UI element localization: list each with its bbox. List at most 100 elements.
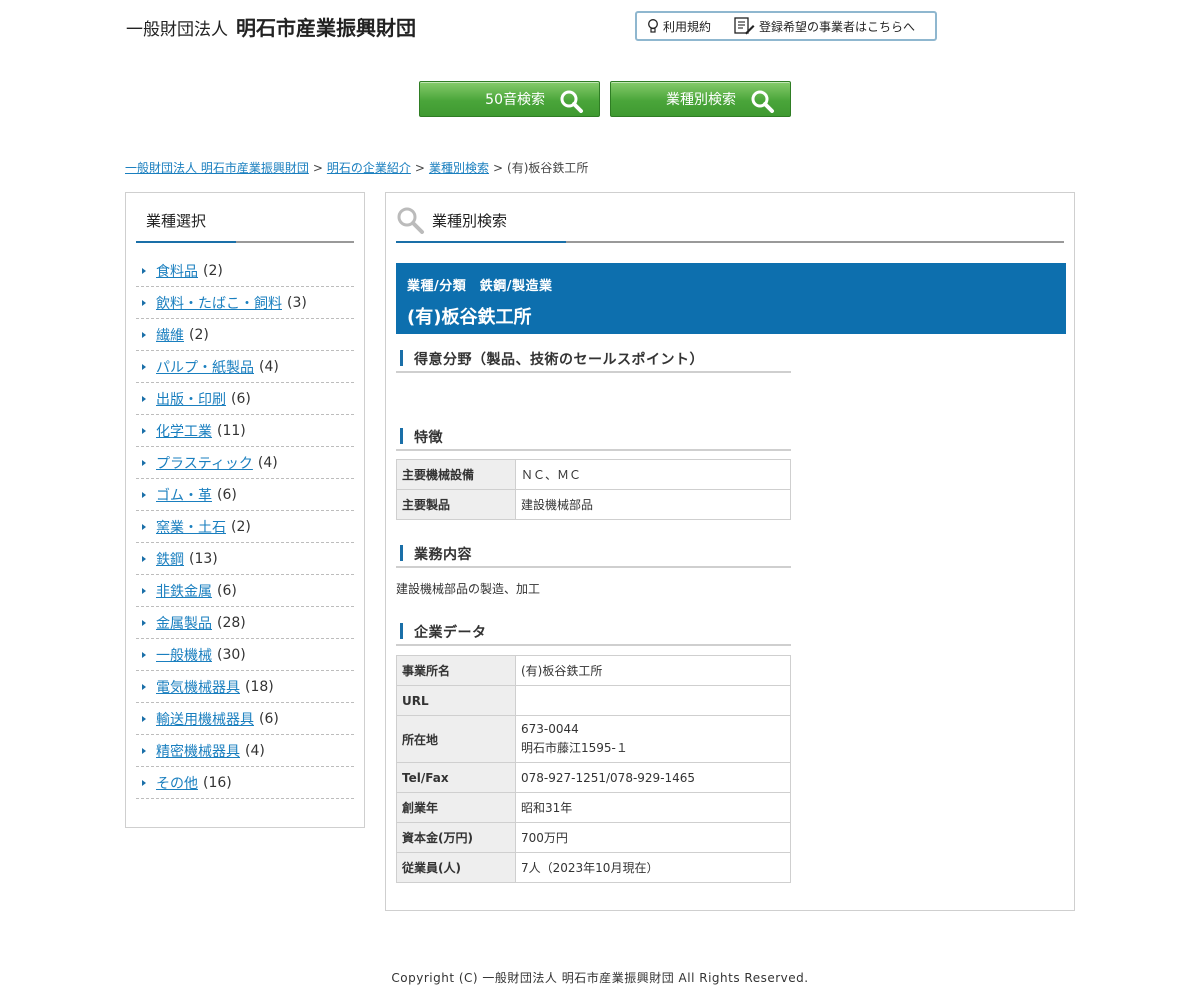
section-strength-heading: 得意分野（製品、技術のセールスポイント）	[396, 349, 791, 373]
terms-link[interactable]: 利用規約	[647, 18, 711, 35]
bullet-arrow-icon	[142, 427, 146, 434]
sidebar-item-count: (4)	[245, 742, 265, 759]
tel-fax-label: Tel/Fax	[396, 762, 516, 793]
feature-label: 主要機械設備	[396, 459, 516, 490]
breadcrumb-companies[interactable]: 明石の企業紹介	[327, 161, 411, 175]
lightbulb-icon	[648, 19, 658, 33]
sidebar-item: 輸送用機械器具 (6)	[136, 703, 354, 735]
bullet-arrow-icon	[142, 715, 146, 722]
founded-value: 昭和31年	[515, 792, 791, 823]
sidebar-item: 一般機械 (30)	[136, 639, 354, 671]
employees-label: 従業員(人)	[396, 852, 516, 883]
company-data-table: 事業所名 (有)板谷鉄工所 URL 所在地 673-0044 明石市藤江1595…	[396, 655, 791, 883]
sidebar-item: 出版・印刷 (6)	[136, 383, 354, 415]
sidebar-item-link[interactable]: パルプ・紙製品	[156, 357, 254, 377]
sidebar-item-count: (4)	[259, 358, 279, 375]
sidebar-item-link[interactable]: 食料品	[156, 261, 198, 281]
sidebar-item: 化学工業 (11)	[136, 415, 354, 447]
industry-search-label: 業種別検索	[666, 92, 736, 108]
breadcrumb-industry-search[interactable]: 業種別検索	[429, 161, 489, 175]
sidebar-item-link[interactable]: 非鉄金属	[156, 581, 212, 601]
bullet-arrow-icon	[142, 363, 146, 370]
tel-fax-value: 078-927-1251/078-929-1465	[515, 762, 791, 793]
bullet-arrow-icon	[142, 491, 146, 498]
search-icon	[560, 90, 583, 113]
footer-copyright: Copyright (C) 一般財団法人 明石市産業振興財団 All Right…	[391, 971, 809, 985]
sidebar-item-count: (28)	[217, 614, 246, 631]
sidebar-item-link[interactable]: 化学工業	[156, 421, 212, 441]
business-description: 建設機械部品の製造、加工	[396, 582, 541, 596]
table-row: 主要製品 建設機械部品	[396, 489, 791, 520]
sidebar-item-link[interactable]: 輸送用機械器具	[156, 709, 254, 729]
sidebar-item: ゴム・革 (6)	[136, 479, 354, 511]
register-link-label: 登録希望の事業者はこちらへ	[759, 19, 916, 34]
register-link[interactable]: 登録希望の事業者はこちらへ	[733, 17, 915, 35]
section-business-title: 業務内容	[414, 547, 472, 563]
capital-label: 資本金(万円)	[396, 822, 516, 853]
sidebar-item-link[interactable]: 鉄鋼	[156, 549, 184, 569]
table-row: 従業員(人) 7人（2023年10月現在）	[396, 852, 791, 883]
sidebar-title: 業種選択	[146, 212, 207, 230]
url-value[interactable]	[515, 685, 791, 716]
feature-value: 建設機械部品	[515, 489, 791, 520]
table-row: 主要機械設備 ＮＣ、ＭＣ	[396, 459, 791, 490]
bullet-arrow-icon	[142, 523, 146, 530]
bullet-arrow-icon	[142, 299, 146, 306]
kana-search-button[interactable]: 50音検索	[419, 81, 600, 117]
url-label: URL	[396, 685, 516, 716]
sidebar-item: 電気機械器具 (18)	[136, 671, 354, 703]
bullet-arrow-icon	[142, 395, 146, 402]
main-panel: 業種別検索 業種/分類 鉄鋼/製造業 (有)板谷鉄工所 得意分野（製品、技術のセ…	[385, 192, 1075, 911]
bullet-arrow-icon	[142, 267, 146, 274]
table-row: 創業年 昭和31年	[396, 792, 791, 823]
heading-bar	[400, 623, 403, 639]
breadcrumb-home[interactable]: 一般財団法人 明石市産業振興財団	[125, 161, 309, 175]
sidebar-item-count: (30)	[217, 646, 246, 663]
sidebar-item-link[interactable]: プラスティック	[156, 453, 253, 473]
employees-value: 7人（2023年10月現在）	[515, 852, 791, 883]
sidebar-item: その他 (16)	[136, 767, 354, 799]
sidebar-item-link[interactable]: 電気機械器具	[156, 677, 240, 697]
sidebar-item-count: (6)	[217, 486, 237, 503]
sidebar-item-link[interactable]: 精密機械器具	[156, 741, 240, 761]
sidebar-item-link[interactable]: 窯業・土石	[156, 517, 226, 537]
sidebar-item-link[interactable]: 飲料・たばこ・飼料	[156, 293, 282, 313]
main-header: 業種別検索	[396, 193, 1064, 243]
sidebar-item-link[interactable]: 金属製品	[156, 613, 212, 633]
sidebar-item: パルプ・紙製品 (4)	[136, 351, 354, 383]
sidebar-item: 窯業・土石 (2)	[136, 511, 354, 543]
heading-bar	[400, 428, 403, 444]
sidebar-item-count: (6)	[259, 710, 279, 727]
sidebar-item-count: (13)	[189, 550, 218, 567]
site-org-type: 一般財団法人	[126, 20, 228, 40]
sidebar-item-link[interactable]: 繊維	[156, 325, 184, 345]
sidebar-item-count: (2)	[231, 518, 251, 535]
feature-value: ＮＣ、ＭＣ	[515, 459, 791, 490]
search-icon	[397, 207, 424, 234]
sidebar-item-link[interactable]: 出版・印刷	[156, 389, 226, 409]
sidebar-item-link[interactable]: ゴム・革	[156, 485, 212, 505]
bullet-arrow-icon	[142, 747, 146, 754]
industry-sidebar: 業種選択 食料品 (2) 飲料・たばこ・飼料 (3) 繊維 (2) パルプ・紙製品 (4) 出版…	[125, 192, 365, 828]
industry-classification: 業種/分類 鉄鋼/製造業	[407, 279, 553, 294]
site-title[interactable]: 一般財団法人 明石市産業振興財団	[126, 12, 416, 41]
address-zip: 673-0044	[521, 722, 579, 736]
site-org-name: 明石市産業振興財団	[236, 16, 416, 40]
header-links: 利用規約 登録希望の事業者はこちらへ	[635, 11, 937, 41]
sidebar-item: 非鉄金属 (6)	[136, 575, 354, 607]
table-row: 事業所名 (有)板谷鉄工所	[396, 655, 791, 686]
sidebar-item-count: (16)	[203, 774, 232, 791]
bullet-arrow-icon	[142, 779, 146, 786]
company-band: 業種/分類 鉄鋼/製造業 (有)板谷鉄工所	[396, 263, 1066, 334]
breadcrumb-separator: >	[414, 161, 425, 175]
sidebar-item-count: (6)	[217, 582, 237, 599]
sidebar-item-count: (6)	[231, 390, 251, 407]
sidebar-item-link[interactable]: 一般機械	[156, 645, 212, 665]
table-row: 所在地 673-0044 明石市藤江1595-１	[396, 715, 791, 763]
bullet-arrow-icon	[142, 683, 146, 690]
section-business-heading: 業務内容	[396, 544, 791, 568]
company-name: (有)板谷鉄工所	[407, 307, 532, 328]
header-accent-line	[396, 241, 566, 243]
sidebar-item-link[interactable]: その他	[156, 773, 198, 793]
industry-search-button[interactable]: 業種別検索	[610, 81, 791, 117]
